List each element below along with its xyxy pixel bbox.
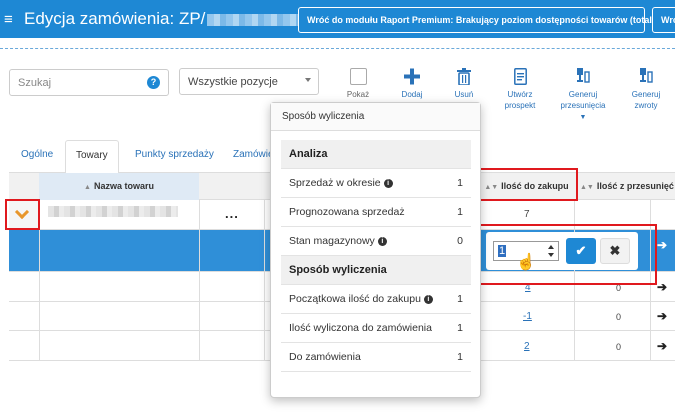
- menu-icon[interactable]: ≡: [4, 11, 16, 28]
- delete-button[interactable]: Usuń: [451, 68, 477, 100]
- popover-section-analiza: Analiza: [281, 140, 471, 169]
- generate-returns-icon: [640, 68, 653, 83]
- popover-row: Prognozowana sprzedaż 1: [281, 198, 471, 227]
- add-label: Dodaj: [401, 90, 423, 99]
- row3-przes-value: 0: [616, 312, 622, 322]
- search-placeholder: Szukaj: [18, 77, 52, 89]
- delete-label: Usuń: [454, 90, 474, 99]
- highlight-expand: [5, 199, 40, 230]
- popover-section-sposob: Sposób wyliczenia: [281, 256, 471, 285]
- popover-row: Początkowa ilość do zakupu i 1: [281, 285, 471, 314]
- info-icon[interactable]: i: [383, 179, 393, 188]
- arrow-right-icon[interactable]: ➔: [657, 309, 667, 323]
- generate-shifts-label-1: Generuj: [568, 90, 598, 99]
- row1-ilosc-value: 7: [524, 209, 530, 220]
- info-icon[interactable]: i: [377, 237, 387, 246]
- show-button[interactable]: Pokaż: [344, 68, 372, 100]
- popover-row: Stan magazynowy i 0: [281, 227, 471, 256]
- sort-icon: ▲: [84, 184, 91, 191]
- plus-icon: [404, 68, 420, 85]
- create-prospect-button[interactable]: Utwórz prospekt: [500, 68, 540, 111]
- search-input[interactable]: Szukaj ?: [9, 69, 169, 96]
- arrow-right-icon[interactable]: ➔: [657, 339, 667, 353]
- popover-table: Analiza Sprzedaż w okresie i 1 Prognozowan…: [281, 140, 471, 372]
- generate-shifts-label-2: przesunięcia: [560, 101, 606, 110]
- generate-shift-icon: [577, 68, 590, 83]
- col-ilosc-z-przesuniec[interactable]: ▲▼ Ilość z przesunięć: [574, 173, 675, 200]
- row-menu-button[interactable]: ...: [225, 206, 239, 221]
- popover-row: Sprzedaż w okresie i 1: [281, 169, 471, 198]
- tab-punkty-sprzedazy[interactable]: Punkty sprzedaży: [125, 140, 224, 173]
- back-to-report-button[interactable]: Wróć do modułu Raport Premium: Brakujący…: [298, 7, 675, 33]
- filter-select-value: Wszystkie pozycje: [188, 76, 278, 88]
- popover-title: Sposób wyliczenia: [271, 103, 480, 131]
- arrow-right-icon[interactable]: ➔: [657, 238, 667, 252]
- back-button-2[interactable]: Wró: [652, 7, 675, 33]
- generate-shifts-button[interactable]: Generuj przesunięcia ▼: [558, 68, 608, 123]
- trash-icon: [457, 68, 471, 85]
- highlight-editor: [479, 224, 657, 285]
- create-prospect-label-2: prospekt: [504, 101, 536, 110]
- chevron-down-icon: ▼: [579, 114, 587, 121]
- row4-przes-value: 0: [616, 342, 622, 352]
- info-icon[interactable]: i: [423, 295, 433, 304]
- checkbox-icon[interactable]: [349, 68, 367, 85]
- document-icon: [513, 68, 527, 85]
- redacted-product-name: [48, 206, 178, 217]
- create-prospect-label-1: Utwórz: [507, 90, 533, 99]
- help-icon[interactable]: ?: [147, 76, 160, 89]
- highlight-ilosc-header: [478, 168, 578, 201]
- row4-ilosc-link[interactable]: 2: [524, 341, 530, 352]
- app-header: ≡ Edycja zamówienia: ZP/ Wróć do modułu …: [0, 0, 675, 38]
- generate-returns-label-1: Generuj: [631, 90, 661, 99]
- generate-returns-button[interactable]: Generuj zwroty: [628, 68, 664, 111]
- show-label: Pokaż: [346, 90, 370, 99]
- arrow-right-icon[interactable]: ➔: [657, 280, 667, 294]
- header-divider: [0, 48, 675, 52]
- grid-divider: [199, 200, 200, 361]
- calculation-popover: Sposób wyliczenia Analiza Sprzedaż w okr…: [270, 102, 481, 398]
- popover-row: Do zamówienia 1: [281, 343, 471, 372]
- caret-down-icon: [305, 78, 311, 82]
- col-nazwa-towaru[interactable]: ▲ Nazwa towaru: [39, 173, 199, 200]
- sort-icon: ▲▼: [580, 184, 594, 191]
- popover-row: Ilość wyliczona do zamówienia 1: [281, 314, 471, 343]
- page-title: Edycja zamówienia: ZP/: [24, 9, 318, 29]
- filter-select[interactable]: Wszystkie pozycje: [179, 68, 319, 95]
- grid-divider: [264, 200, 265, 361]
- tab-ogolne[interactable]: Ogólne: [11, 140, 63, 173]
- generate-returns-label-2: zwroty: [634, 101, 658, 110]
- row3-ilosc-link[interactable]: -1: [523, 311, 532, 322]
- tab-towary[interactable]: Towary: [65, 140, 119, 174]
- add-button[interactable]: Dodaj: [398, 68, 426, 100]
